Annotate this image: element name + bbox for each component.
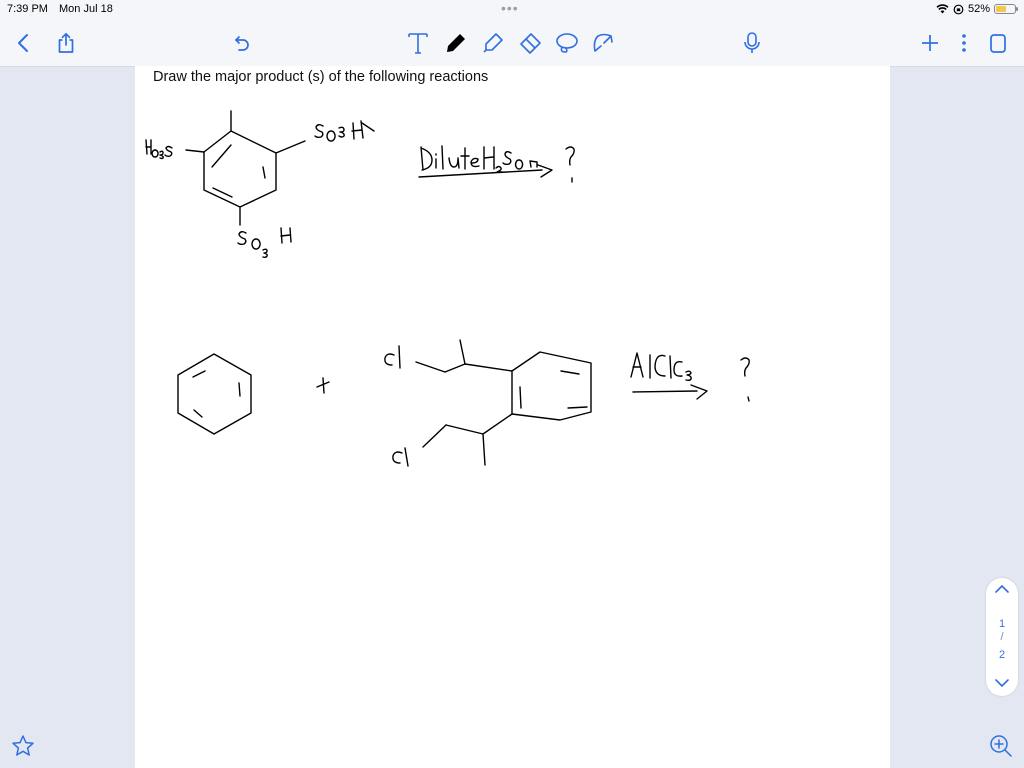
- eraser-tool-button[interactable]: [516, 29, 544, 57]
- page-separator: /: [1000, 631, 1004, 643]
- toolbar: [0, 20, 1024, 67]
- chevron-left-icon: [18, 34, 28, 52]
- lasso-tool-button[interactable]: [553, 29, 581, 57]
- reaction-2-benzene: [177, 353, 252, 435]
- pen-tool-button[interactable]: [442, 29, 470, 57]
- share-icon: [58, 32, 74, 53]
- multitasking-dots[interactable]: •••: [501, 0, 519, 16]
- status-bar: 7:39 PM Mon Jul 18 ••• 52%: [0, 0, 1024, 20]
- reaction-2-dichloride: [384, 339, 592, 467]
- wifi-icon: [936, 4, 949, 14]
- back-button[interactable]: [9, 29, 37, 57]
- text-tool-icon: [408, 33, 428, 54]
- reaction-2-plus: [316, 377, 330, 394]
- battery-percent: 52%: [967, 3, 990, 15]
- chevron-up-icon[interactable]: [994, 584, 1010, 594]
- chevron-down-icon[interactable]: [994, 678, 1010, 688]
- highlighter-icon: [483, 33, 503, 53]
- page-navigator: 1 / 2: [986, 578, 1018, 696]
- favorite-button[interactable]: [10, 733, 36, 759]
- status-right: 52%: [936, 3, 1018, 15]
- undo-button[interactable]: [228, 29, 256, 57]
- more-vertical-icon: [962, 34, 966, 52]
- more-button[interactable]: [950, 29, 978, 57]
- zoom-in-icon: [990, 735, 1012, 757]
- highlighter-tool-button[interactable]: [479, 29, 507, 57]
- orientation-lock-icon: [953, 4, 964, 14]
- plus-icon: [922, 35, 938, 51]
- reaction-1-structure: [145, 110, 375, 259]
- battery-icon: [994, 4, 1018, 14]
- share-button[interactable]: [52, 29, 80, 57]
- page-view-button[interactable]: [984, 29, 1012, 57]
- add-page-button[interactable]: [916, 29, 944, 57]
- shapes-tool-button[interactable]: [589, 29, 617, 57]
- page-view-icon: [990, 34, 1006, 53]
- total-page-count: 2: [998, 649, 1006, 661]
- eraser-icon: [520, 33, 541, 54]
- shapes-icon: [593, 33, 613, 52]
- reaction-2-reagent: [630, 352, 750, 402]
- status-time: 7:39 PM: [7, 3, 48, 15]
- current-page-number: 1: [998, 618, 1006, 630]
- audio-record-button[interactable]: [738, 29, 766, 57]
- text-tool-button[interactable]: [404, 29, 432, 57]
- handwritten-ink: [145, 110, 750, 467]
- lasso-icon: [556, 33, 578, 53]
- undo-icon: [235, 36, 249, 51]
- microphone-icon: [744, 32, 760, 53]
- star-icon: [12, 735, 34, 756]
- note-page[interactable]: Draw the major product (s) of the follow…: [135, 66, 890, 768]
- reaction-1-reagent: [418, 145, 575, 183]
- status-date: Mon Jul 18: [59, 3, 113, 15]
- pen-icon: [447, 34, 465, 52]
- zoom-button[interactable]: [988, 733, 1014, 759]
